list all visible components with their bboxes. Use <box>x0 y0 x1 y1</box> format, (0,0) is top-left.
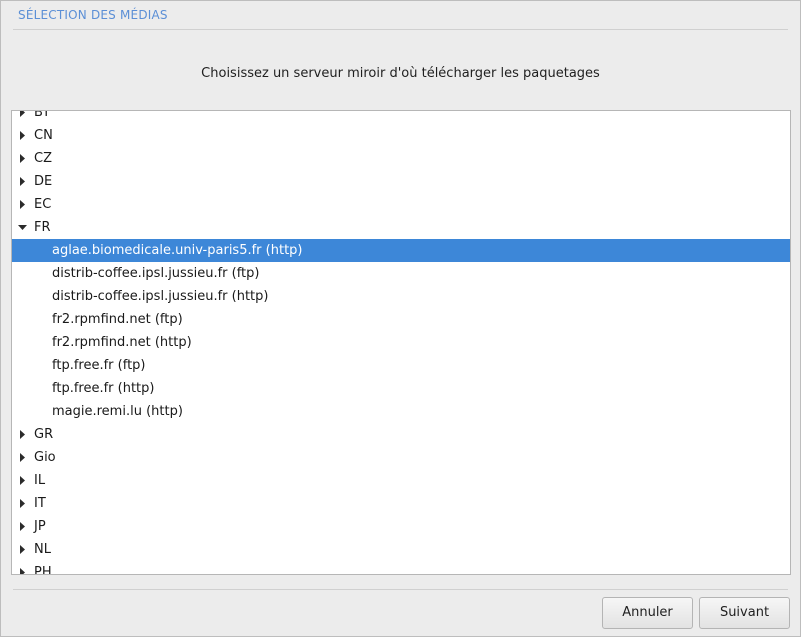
tree-row-label: GR <box>34 427 54 442</box>
tree-country-row[interactable]: CZ <box>12 147 790 170</box>
tree-country-row[interactable]: FR <box>12 216 790 239</box>
triangle-right-icon[interactable] <box>18 453 27 462</box>
tree-row-label: ftp.free.fr (ftp) <box>52 358 146 373</box>
instruction-text: Choisissez un serveur miroir d'où téléch… <box>201 66 600 81</box>
tree-row-label: FR <box>34 220 51 235</box>
triangle-right-icon[interactable] <box>18 545 27 554</box>
tree-country-row[interactable]: Gio <box>12 446 790 469</box>
tree-row-label: aglae.biomedicale.univ-paris5.fr (http) <box>52 243 303 258</box>
tree-country-row[interactable]: CN <box>12 124 790 147</box>
tree-country-row[interactable]: JP <box>12 515 790 538</box>
tree-row-label: CN <box>34 128 53 143</box>
triangle-right-icon[interactable] <box>18 200 27 209</box>
tree-row-label: ftp.free.fr (http) <box>52 381 155 396</box>
tree-row-label: NL <box>34 542 51 557</box>
tree-country-row[interactable]: GR <box>12 423 790 446</box>
tree-country-row[interactable]: IT <box>12 492 790 515</box>
tree-mirror-row[interactable]: fr2.rpmfind.net (ftp) <box>12 308 790 331</box>
tree-mirror-row[interactable]: ftp.free.fr (ftp) <box>12 354 790 377</box>
triangle-right-icon[interactable] <box>18 499 27 508</box>
tree-row-label: fr2.rpmfind.net (http) <box>52 335 192 350</box>
tree-row-label: magie.remi.lu (http) <box>52 404 183 419</box>
tree-row-label: PH <box>34 565 52 575</box>
triangle-right-icon[interactable] <box>18 476 27 485</box>
triangle-right-icon[interactable] <box>18 568 27 574</box>
tree-mirror-row[interactable]: magie.remi.lu (http) <box>12 400 790 423</box>
mirror-tree-list: BY CN CZ DE EC FR aglae.biomedicale.univ-paris… <box>12 110 790 575</box>
header-divider <box>13 29 788 30</box>
mirror-tree[interactable]: BY CN CZ DE EC FR aglae.biomedicale.univ-paris… <box>11 110 791 575</box>
dialog-window: SÉLECTION DES MÉDIAS Choisissez un serve… <box>0 0 801 637</box>
triangle-down-icon[interactable] <box>18 223 27 232</box>
tree-mirror-row[interactable]: aglae.biomedicale.univ-paris5.fr (http) <box>12 239 790 262</box>
triangle-right-icon[interactable] <box>18 177 27 186</box>
tree-country-row[interactable]: PH <box>12 561 790 575</box>
triangle-right-icon[interactable] <box>18 131 27 140</box>
tree-mirror-row[interactable]: ftp.free.fr (http) <box>12 377 790 400</box>
footer-divider <box>13 589 788 590</box>
tree-country-row[interactable]: BY <box>12 110 790 124</box>
tree-country-row[interactable]: EC <box>12 193 790 216</box>
tree-row-label: DE <box>34 174 53 189</box>
tree-row-label: CZ <box>34 151 52 166</box>
tree-mirror-row[interactable]: distrib-coffee.ipsl.jussieu.fr (http) <box>12 285 790 308</box>
tree-country-row[interactable]: DE <box>12 170 790 193</box>
tree-mirror-row[interactable]: fr2.rpmfind.net (http) <box>12 331 790 354</box>
next-button[interactable]: Suivant <box>699 597 790 629</box>
tree-country-row[interactable]: NL <box>12 538 790 561</box>
page-title: SÉLECTION DES MÉDIAS <box>18 8 168 22</box>
tree-row-label: IL <box>34 473 46 488</box>
tree-row-label: Gio <box>34 450 56 465</box>
tree-mirror-row[interactable]: distrib-coffee.ipsl.jussieu.fr (ftp) <box>12 262 790 285</box>
tree-row-label: distrib-coffee.ipsl.jussieu.fr (http) <box>52 289 269 304</box>
tree-row-label: JP <box>34 519 46 534</box>
tree-row-label: IT <box>34 496 46 511</box>
tree-row-label: distrib-coffee.ipsl.jussieu.fr (ftp) <box>52 266 260 281</box>
triangle-right-icon[interactable] <box>18 154 27 163</box>
cancel-button[interactable]: Annuler <box>602 597 693 629</box>
triangle-right-icon[interactable] <box>18 430 27 439</box>
tree-country-row[interactable]: IL <box>12 469 790 492</box>
tree-row-label: EC <box>34 197 52 212</box>
triangle-right-icon[interactable] <box>18 522 27 531</box>
tree-row-label: BY <box>34 110 51 120</box>
tree-row-label: fr2.rpmfind.net (ftp) <box>52 312 183 327</box>
triangle-right-icon[interactable] <box>18 111 27 117</box>
